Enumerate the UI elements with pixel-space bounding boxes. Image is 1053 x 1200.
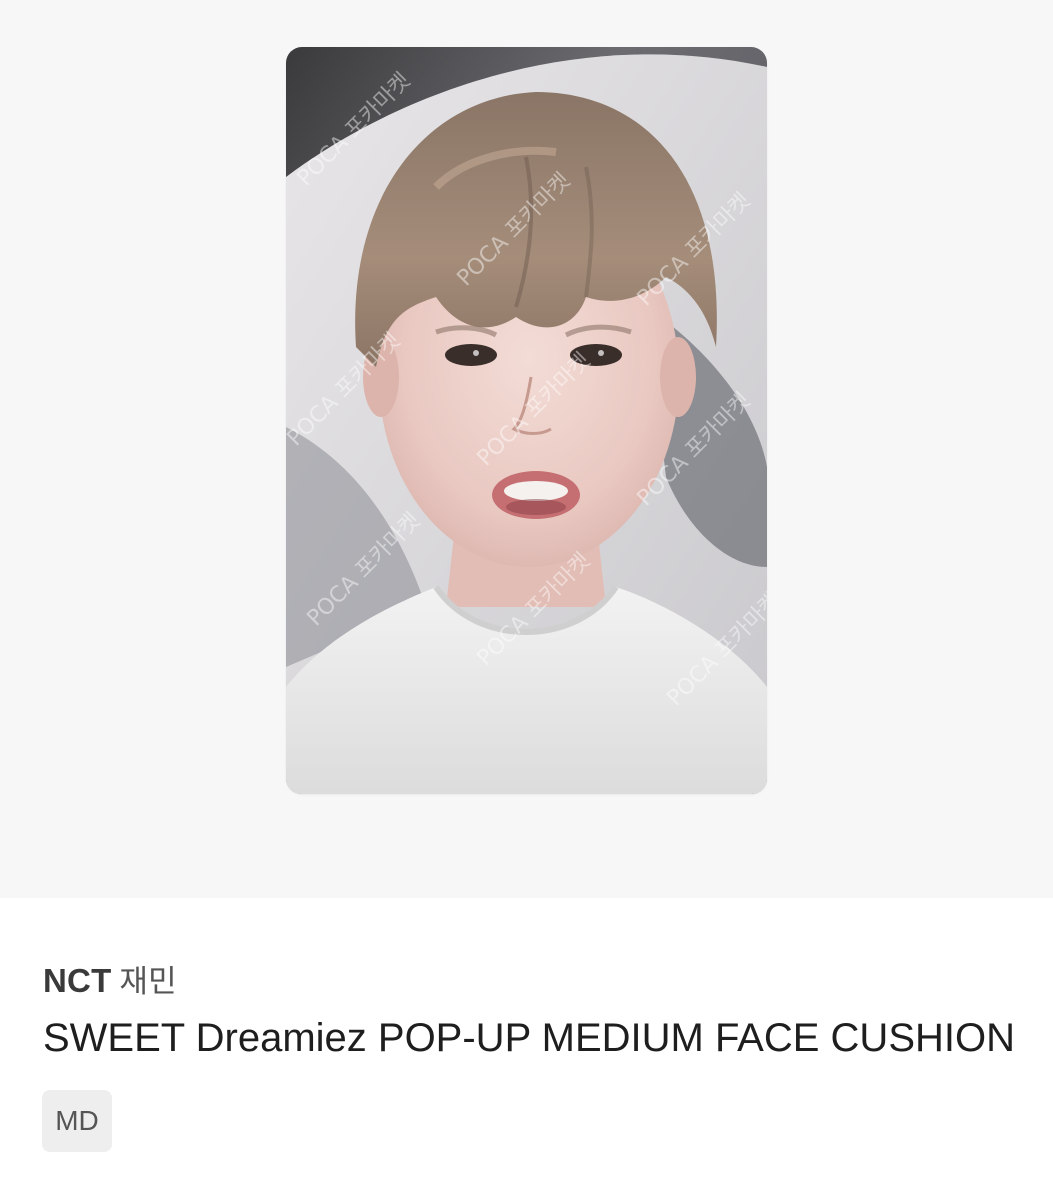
member-name: 재민 [119, 964, 177, 1000]
category-badge[interactable]: MD [42, 1090, 112, 1152]
photocard-image[interactable]: POCA 포카마켓 POCA 포카마켓 POCA 포카마켓 POCA 포카마켓 … [286, 47, 767, 794]
artist-label: NCT 재민 [43, 956, 177, 1001]
product-image-area: POCA 포카마켓 POCA 포카마켓 POCA 포카마켓 POCA 포카마켓 … [0, 0, 1053, 898]
product-title: SWEET Dreamiez POP-UP MEDIUM FACE CUSHIO… [43, 1016, 1015, 1060]
product-info: NCT 재민 SWEET Dreamiez POP-UP MEDIUM FACE … [0, 898, 1053, 1200]
product-page: POCA 포카마켓 POCA 포카마켓 POCA 포카마켓 POCA 포카마켓 … [0, 0, 1053, 1200]
group-name: NCT [43, 962, 112, 999]
